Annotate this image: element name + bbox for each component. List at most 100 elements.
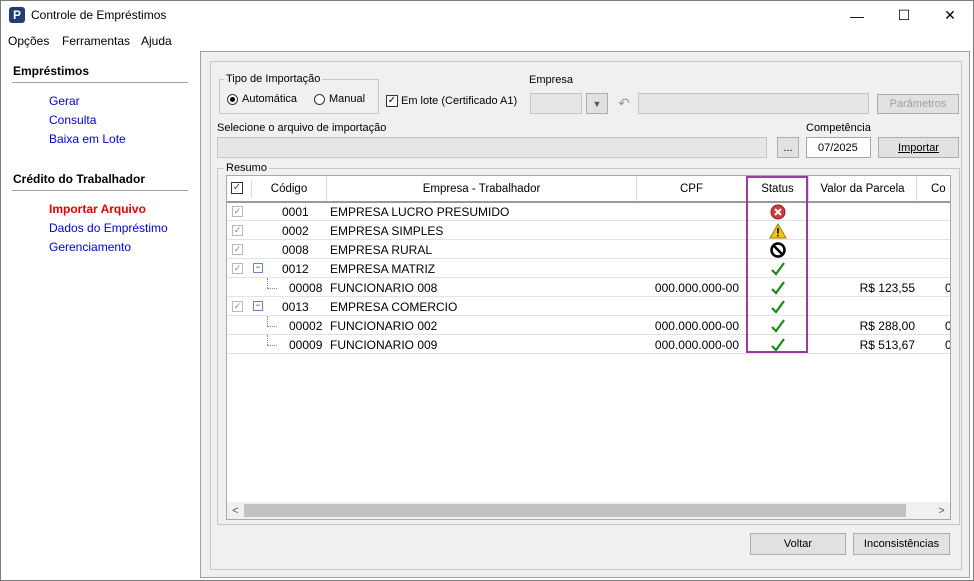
table-row[interactable]: ✓ − 0013 EMPRESA COMERCIO [227, 297, 950, 316]
col-header-co[interactable]: Co [917, 176, 950, 201]
close-button[interactable]: ✕ [927, 0, 973, 31]
table-row[interactable]: 00009 FUNCIONARIO 009 000.000.000-00 R$ 513… [227, 335, 950, 354]
company-label: Empresa [529, 74, 574, 86]
scroll-left-icon[interactable]: < [227, 502, 244, 519]
select-all-checkbox[interactable]: ✓ [231, 182, 243, 194]
row-checkbox[interactable]: ✓ [232, 206, 243, 217]
table-row[interactable]: ✓ 0001 EMPRESA LUCRO PRESUMIDO [227, 202, 950, 221]
row-checkbox[interactable]: ✓ [232, 301, 243, 312]
cell-valor-parcela: R$ 288,00 [859, 319, 915, 333]
maximize-button[interactable]: ☐ [881, 0, 927, 31]
scroll-right-icon[interactable]: > [933, 502, 950, 519]
sidebar-section-emprestimos: Empréstimos [13, 64, 90, 78]
cell-empresa-trabalhador: EMPRESA COMERCIO [330, 300, 458, 314]
cell-codigo: 00008 [289, 281, 323, 295]
col-header-empresa-trabalhador[interactable]: Empresa - Trabalhador [327, 176, 637, 201]
tree-line [267, 326, 277, 327]
divider [12, 82, 188, 83]
radio-automatica-label[interactable]: Automática [242, 93, 297, 105]
cell-cpf: 000.000.000-00 [654, 319, 739, 333]
batch-checkbox-label[interactable]: Em lote (Certificado A1) [401, 95, 517, 107]
inconsistencies-button[interactable]: Inconsistências [853, 533, 950, 555]
params-button[interactable]: Parâmetros [877, 94, 959, 114]
chevron-down-icon: ▼ [592, 98, 602, 109]
radio-manual-label[interactable]: Manual [329, 93, 365, 105]
competencia-field[interactable]: 07/2025 [806, 137, 871, 158]
menu-ajuda[interactable]: Ajuda [141, 34, 172, 48]
tree-line [267, 335, 268, 345]
sidebar [0, 51, 199, 581]
cell-empresa-trabalhador: EMPRESA SIMPLES [330, 224, 444, 238]
title-bar: P Controle de Empréstimos — ☐ ✕ [0, 0, 974, 31]
cell-codigo: 0001 [282, 205, 309, 219]
cell-co: 0 [945, 281, 950, 295]
sidebar-item-gerar[interactable]: Gerar [49, 94, 80, 108]
table-row[interactable]: ✓ 0002 EMPRESA SIMPLES [227, 221, 950, 240]
tree-line [267, 278, 268, 288]
table-row[interactable]: ✓ − 0012 EMPRESA MATRIZ [227, 259, 950, 278]
cell-empresa-trabalhador: EMPRESA MATRIZ [330, 262, 436, 276]
browse-button[interactable]: ... [777, 137, 799, 158]
cell-co: 0 [945, 319, 950, 333]
col-header-valor-parcela[interactable]: Valor da Parcela [809, 176, 917, 201]
radio-manual[interactable] [314, 94, 325, 105]
cell-cpf: 000.000.000-00 [654, 281, 739, 295]
tree-line [267, 316, 268, 326]
cell-codigo: 0012 [282, 262, 309, 276]
file-label: Selecione o arquivo de importação [217, 122, 387, 134]
cell-codigo: 0013 [282, 300, 309, 314]
minimize-button[interactable]: — [834, 0, 880, 31]
cell-codigo: 00009 [289, 338, 323, 352]
batch-checkbox[interactable]: ✓ [386, 95, 398, 107]
cell-empresa-trabalhador: FUNCIONARIO 002 [330, 319, 438, 333]
menu-ferramentas[interactable]: Ferramentas [62, 34, 130, 48]
table-row[interactable]: 00008 FUNCIONARIO 008 000.000.000-00 R$ 123… [227, 278, 950, 297]
col-header-codigo[interactable]: Código [252, 176, 327, 201]
row-checkbox[interactable]: ✓ [232, 225, 243, 236]
sidebar-item-baixa-em-lote[interactable]: Baixa em Lote [49, 132, 126, 146]
cell-valor-parcela: R$ 513,67 [859, 338, 915, 352]
file-path-field[interactable] [217, 137, 767, 158]
import-button[interactable]: Importar [878, 137, 959, 158]
company-dropdown-button[interactable]: ▼ [586, 93, 608, 114]
collapse-icon[interactable]: − [253, 263, 263, 273]
cell-codigo: 0002 [282, 224, 309, 238]
import-type-title: Tipo de Importação [224, 73, 323, 85]
sidebar-section-credito: Crédito do Trabalhador [13, 172, 146, 186]
cell-co: 0 [945, 338, 950, 352]
tree-line [267, 288, 277, 289]
app-logo-icon: P [9, 7, 25, 23]
row-checkbox[interactable]: ✓ [232, 244, 243, 255]
summary-title: Resumo [224, 162, 269, 174]
horizontal-scrollbar[interactable]: < > [227, 502, 950, 519]
scrollbar-thumb[interactable] [244, 504, 906, 517]
sidebar-item-consulta[interactable]: Consulta [49, 113, 96, 127]
collapse-icon[interactable]: − [253, 301, 263, 311]
back-button[interactable]: Voltar [750, 533, 846, 555]
table-row[interactable]: 00002 FUNCIONARIO 002 000.000.000-00 R$ 288… [227, 316, 950, 335]
company-name-field [638, 93, 869, 114]
cell-empresa-trabalhador: EMPRESA LUCRO PRESUMIDO [330, 205, 510, 219]
tree-line [267, 345, 277, 346]
cell-codigo: 0008 [282, 243, 309, 257]
company-code-field[interactable] [530, 93, 582, 114]
cell-empresa-trabalhador: FUNCIONARIO 008 [330, 281, 438, 295]
undo-icon[interactable]: ↶ [613, 93, 635, 114]
cell-empresa-trabalhador: EMPRESA RURAL [330, 243, 433, 257]
cell-valor-parcela: R$ 123,55 [859, 281, 915, 295]
sidebar-item-importar-arquivo[interactable]: Importar Arquivo [49, 202, 146, 216]
divider [12, 190, 188, 191]
cell-empresa-trabalhador: FUNCIONARIO 009 [330, 338, 438, 352]
status-column-highlight [746, 176, 808, 353]
table-row[interactable]: ✓ 0008 EMPRESA RURAL [227, 240, 950, 259]
cell-codigo: 00002 [289, 319, 323, 333]
summary-grid: ✓ Código Empresa - Trabalhador CPF Statu… [226, 175, 951, 520]
sidebar-item-gerenciamento[interactable]: Gerenciamento [49, 240, 131, 254]
window-title: Controle de Empréstimos [31, 8, 167, 22]
menu-opcoes[interactable]: Opções [8, 34, 49, 48]
competencia-label: Competência [806, 122, 871, 134]
sidebar-item-dados-emprestimo[interactable]: Dados do Empréstimo [49, 221, 168, 235]
row-checkbox[interactable]: ✓ [232, 263, 243, 274]
col-header-cpf[interactable]: CPF [637, 176, 747, 201]
radio-automatica[interactable] [227, 94, 238, 105]
